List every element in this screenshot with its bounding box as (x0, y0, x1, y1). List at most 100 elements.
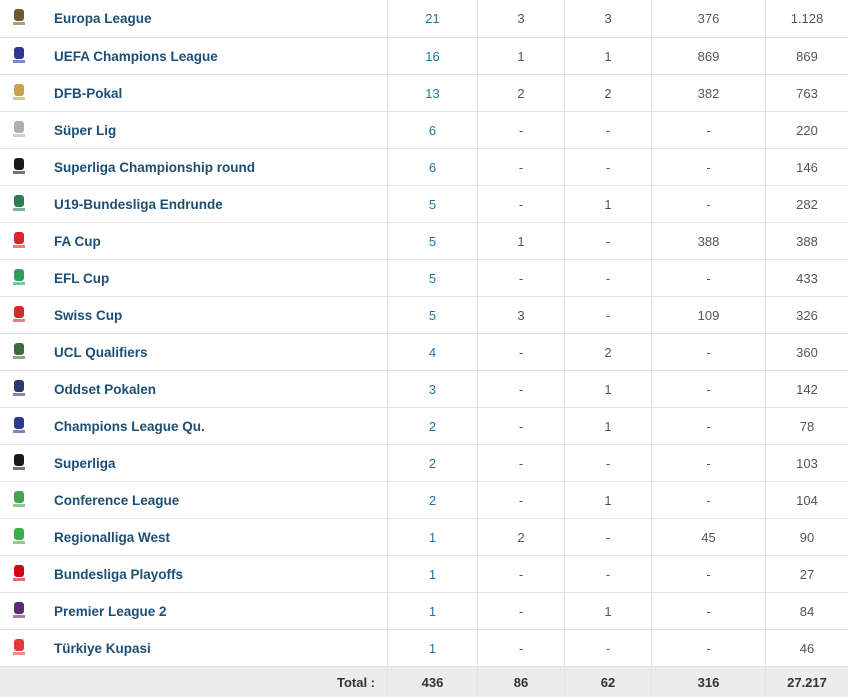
assists-value: - (605, 307, 611, 323)
competition-link[interactable]: Europa League (54, 11, 152, 26)
appearances-link[interactable]: 6 (429, 123, 436, 138)
appearances-link-cell: 5 (387, 185, 478, 223)
assists-value: 2 (604, 344, 612, 360)
superliga-logo-icon[interactable] (10, 156, 28, 176)
premier-league-2-logo-icon[interactable] (10, 600, 28, 620)
table-body: Europa League 21 3 3 376 1.128 UEFA Champions … (0, 0, 848, 667)
minutes-value: 326 (796, 307, 818, 323)
appearances-link-cell: 2 (387, 407, 478, 445)
ucl-qualifiers-logo-icon[interactable] (10, 341, 28, 361)
competition-link[interactable]: Superliga Championship round (54, 160, 255, 175)
appearances-link[interactable]: 16 (425, 49, 439, 64)
appearances-link[interactable]: 5 (429, 197, 436, 212)
appearances-link-cell: 3 (387, 370, 478, 408)
efl-cup-logo-icon[interactable] (10, 267, 28, 287)
minutes-value-cell: 146 (765, 148, 848, 186)
assists-value: 2 (604, 85, 612, 101)
goals-value-cell: - (477, 148, 565, 186)
goals-value-cell: - (477, 555, 565, 593)
turkiye-kupasi-logo-icon[interactable] (10, 637, 28, 657)
appearances-link-cell: 1 (387, 555, 478, 593)
table-row: Regionalliga West 1 2 - 45 90 (0, 518, 848, 556)
goals-value: 3 (517, 307, 525, 323)
competition-link[interactable]: UEFA Champions League (54, 49, 218, 64)
assists-value-cell: 2 (564, 333, 652, 371)
competition-link[interactable]: Oddset Pokalen (54, 382, 156, 397)
competition-link[interactable]: Türkiye Kupasi (54, 641, 151, 656)
competition-name-cell: Bundesliga Playoffs (38, 555, 388, 593)
competition-link[interactable]: Champions League Qu. (54, 419, 205, 434)
table-row: UCL Qualifiers 4 - 2 - 360 (0, 333, 848, 371)
competition-name-cell: UEFA Champions League (38, 37, 388, 75)
competition-stats-table: Europa League 21 3 3 376 1.128 UEFA Champions … (0, 0, 848, 697)
minutes-value-cell: 360 (765, 333, 848, 371)
col4-value-cell: - (651, 259, 766, 297)
oddset-pokalen-logo-icon[interactable] (10, 378, 28, 398)
competition-link[interactable]: UCL Qualifiers (54, 345, 148, 360)
total-spacer (0, 666, 38, 697)
col4-value: 869 (697, 48, 720, 64)
champions-league-qualifying-logo-icon[interactable] (10, 415, 28, 435)
competition-link[interactable]: Premier League 2 (54, 604, 167, 619)
table-row: U19-Bundesliga Endrunde 5 - 1 - 282 (0, 185, 848, 223)
champions-league-logo-icon[interactable] (10, 45, 28, 65)
appearances-link[interactable]: 5 (429, 234, 436, 249)
appearances-link[interactable]: 2 (429, 419, 436, 434)
col4-value: - (706, 640, 711, 656)
regionalliga-west-logo-icon[interactable] (10, 526, 28, 546)
minutes-value-cell: 90 (765, 518, 848, 556)
appearances-link[interactable]: 6 (429, 160, 436, 175)
competition-link[interactable]: Bundesliga Playoffs (54, 567, 183, 582)
conference-league-logo-icon[interactable] (10, 489, 28, 509)
col4-value: - (706, 270, 711, 286)
appearances-link[interactable]: 3 (429, 382, 436, 397)
bundesliga-logo-icon[interactable] (10, 563, 28, 583)
competition-link[interactable]: Süper Lig (54, 123, 116, 138)
logo-cell (0, 296, 38, 334)
col4-value-cell: - (651, 185, 766, 223)
appearances-link[interactable]: 1 (429, 604, 436, 619)
appearances-link[interactable]: 21 (425, 11, 439, 26)
competition-link[interactable]: FA Cup (54, 234, 101, 249)
appearances-link[interactable]: 4 (429, 345, 436, 360)
competition-name-cell: Champions League Qu. (38, 407, 388, 445)
logo-cell (0, 74, 38, 112)
competition-link[interactable]: Superliga (54, 456, 116, 471)
col4-value: - (706, 122, 711, 138)
competition-name-cell: U19-Bundesliga Endrunde (38, 185, 388, 223)
competition-link[interactable]: U19-Bundesliga Endrunde (54, 197, 223, 212)
minutes-value-cell: 142 (765, 370, 848, 408)
competition-link[interactable]: Swiss Cup (54, 308, 122, 323)
assists-value: - (605, 159, 611, 175)
appearances-link[interactable]: 13 (425, 86, 439, 101)
table-row: Süper Lig 6 - - - 220 (0, 111, 848, 149)
europa-league-logo-icon[interactable] (10, 7, 28, 27)
competition-link[interactable]: DFB-Pokal (54, 86, 122, 101)
total-assists: 62 (564, 666, 652, 697)
minutes-value: 1.128 (790, 11, 824, 26)
minutes-value: 78 (799, 418, 815, 434)
goals-value: - (518, 270, 524, 286)
appearances-link[interactable]: 1 (429, 530, 436, 545)
dfb-pokal-logo-icon[interactable] (10, 82, 28, 102)
minutes-value: 142 (796, 381, 818, 397)
swiss-cup-logo-icon[interactable] (10, 304, 28, 324)
appearances-link[interactable]: 1 (429, 567, 436, 582)
u19-bundesliga-logo-icon[interactable] (10, 193, 28, 213)
super-lig-logo-icon[interactable] (10, 119, 28, 139)
col4-value: - (706, 566, 711, 582)
appearances-link[interactable]: 5 (429, 271, 436, 286)
fa-cup-logo-icon[interactable] (10, 230, 28, 250)
appearances-link[interactable]: 5 (429, 308, 436, 323)
minutes-value: 146 (796, 159, 818, 175)
appearances-link[interactable]: 2 (429, 493, 436, 508)
competition-link[interactable]: Regionalliga West (54, 530, 170, 545)
appearances-link[interactable]: 2 (429, 456, 436, 471)
minutes-value: 869 (796, 48, 818, 64)
superliga-logo-icon[interactable] (10, 452, 28, 472)
competition-link[interactable]: EFL Cup (54, 271, 109, 286)
appearances-link[interactable]: 1 (429, 641, 436, 656)
minutes-value-cell: 220 (765, 111, 848, 149)
competition-link[interactable]: Conference League (54, 493, 179, 508)
competition-name-cell: DFB-Pokal (38, 74, 388, 112)
